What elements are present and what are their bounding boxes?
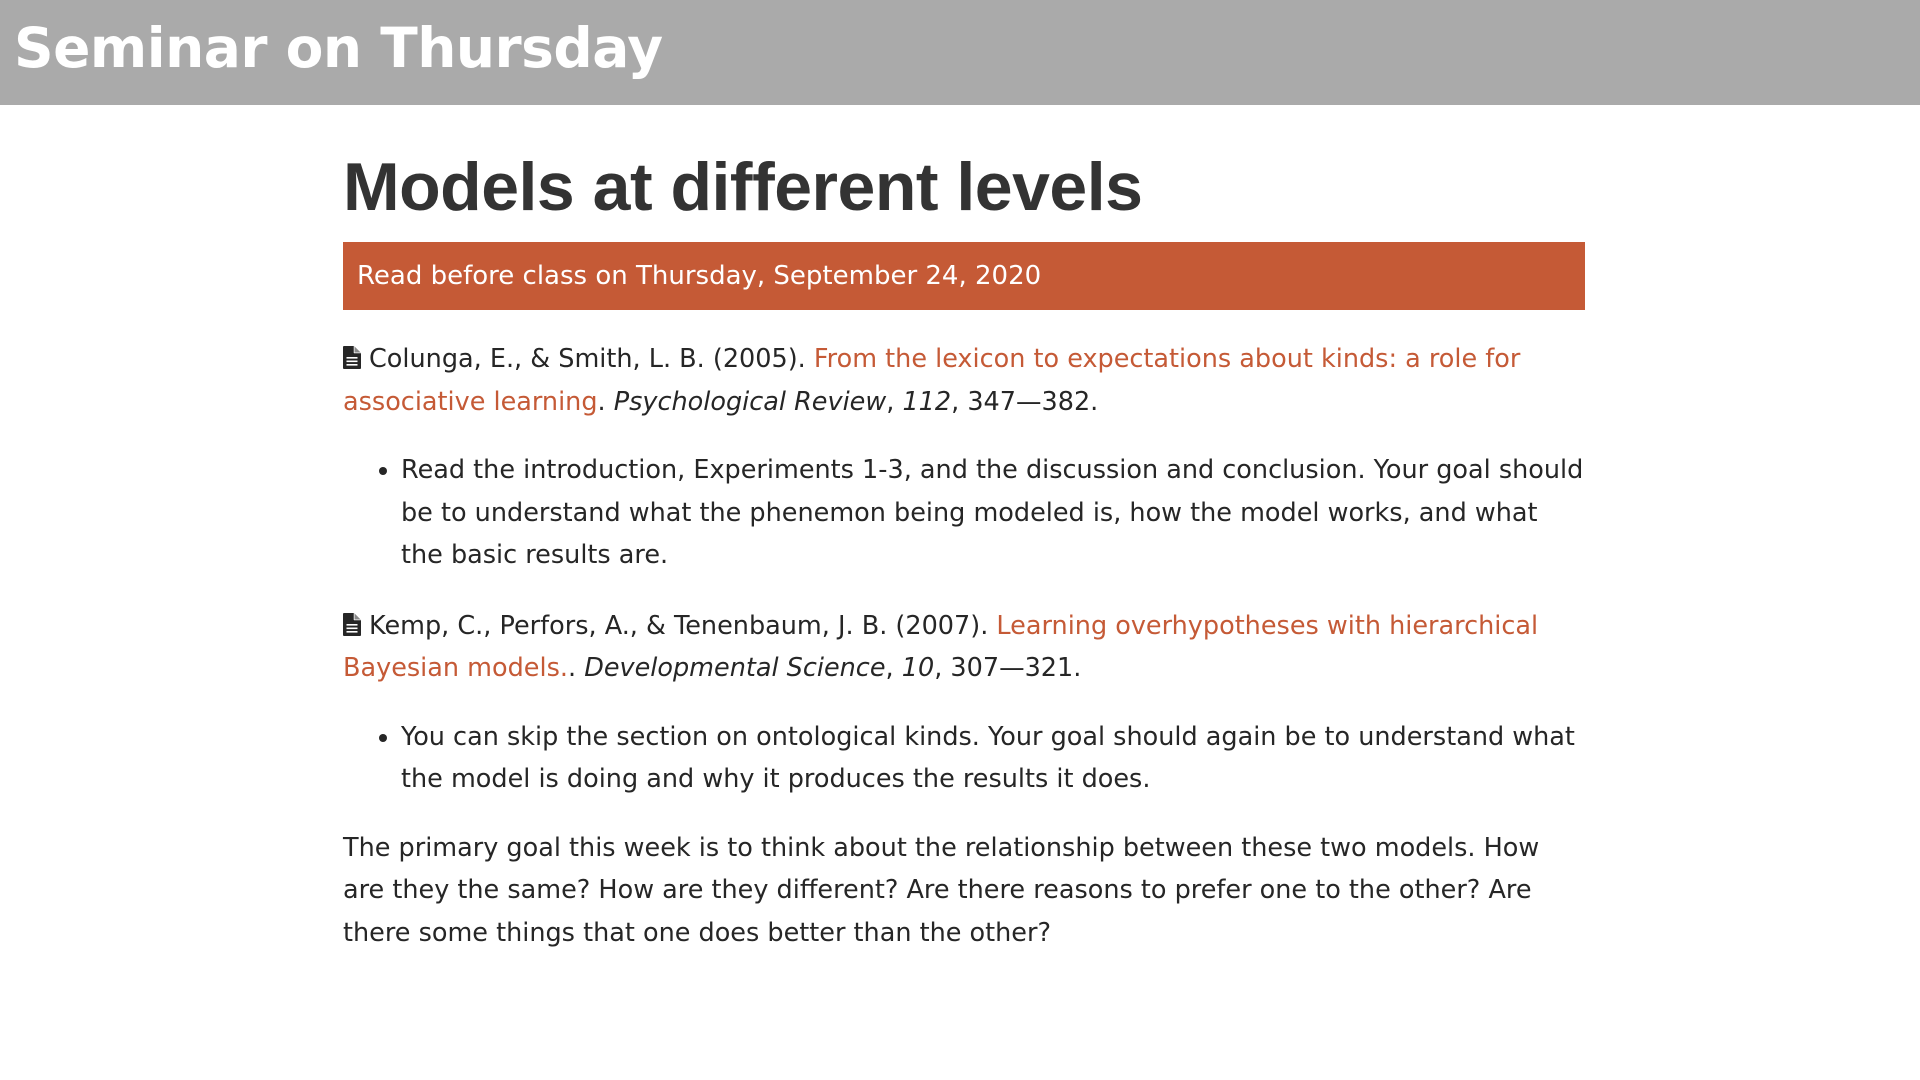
citation-punctuation: . — [567, 653, 577, 683]
journal-name: Psychological Review — [613, 386, 887, 417]
journal-volume: 112 — [902, 386, 952, 417]
reading-date-banner: Read before class on Thursday, September… — [343, 242, 1585, 310]
slide-title: Seminar on Thursday — [14, 16, 663, 80]
reading-notes: You can skip the section on ontological … — [343, 716, 1585, 801]
document-icon — [343, 346, 361, 369]
citation-pages: , 307—321. — [934, 653, 1082, 683]
summary-paragraph: The primary goal this week is to think a… — [343, 832, 1540, 948]
main-content: Models at different levels Read before c… — [343, 140, 1585, 980]
reading-entry: Kemp, C., Perfors, A., & Tenenbaum, J. B… — [343, 610, 1539, 683]
citation-authors: Colunga, E., & Smith, L. B. (2005). — [369, 344, 806, 374]
journal-volume: 10 — [901, 653, 935, 683]
reading-entry: Colunga, E., & Smith, L. B. (2005). From… — [343, 344, 1521, 417]
top-bar: Seminar on Thursday — [0, 0, 1920, 105]
citation-pages: , 347—382. — [951, 386, 1099, 417]
list-item: Read the introduction, Experiments 1-3, … — [401, 449, 1585, 577]
reading-notes: Read the introduction, Experiments 1-3, … — [343, 449, 1585, 577]
citation-punctuation: . — [597, 386, 606, 417]
document-icon — [343, 612, 361, 636]
page-title: Models at different levels — [343, 149, 1143, 225]
list-item: You can skip the section on ontological … — [401, 716, 1585, 801]
citation-authors: Kemp, C., Perfors, A., & Tenenbaum, J. B… — [369, 610, 989, 641]
journal-name: Developmental Science — [584, 653, 886, 683]
